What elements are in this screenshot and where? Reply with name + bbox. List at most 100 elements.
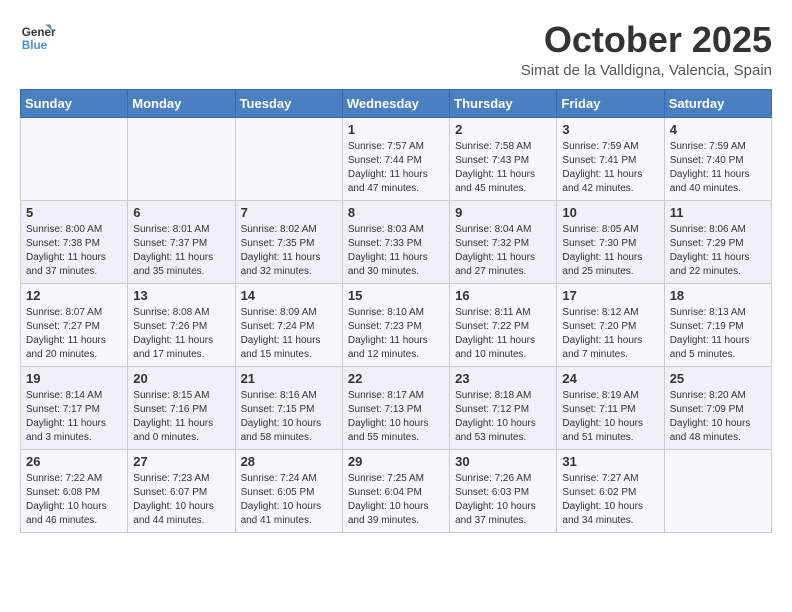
sunset-text: Sunset: 6:08 PM [26,486,122,500]
sunset-text: Sunset: 7:43 PM [455,154,551,168]
sunset-text: Sunset: 7:27 PM [26,320,122,334]
sunrise-text: Sunrise: 7:59 AM [670,140,766,154]
sunrise-text: Sunrise: 7:59 AM [562,140,658,154]
sunset-text: Sunset: 7:26 PM [133,320,229,334]
sunrise-text: Sunrise: 8:00 AM [26,223,122,237]
table-cell [235,117,342,200]
day-info: Sunrise: 8:09 AMSunset: 7:24 PMDaylight:… [241,306,337,362]
day-number: 4 [670,122,766,137]
day-number: 11 [670,205,766,220]
sunset-text: Sunset: 7:09 PM [670,403,766,417]
sunset-text: Sunset: 7:16 PM [133,403,229,417]
day-number: 29 [348,454,444,469]
sunrise-text: Sunrise: 8:17 AM [348,389,444,403]
sunset-text: Sunset: 6:03 PM [455,486,551,500]
sunrise-text: Sunrise: 7:58 AM [455,140,551,154]
daylight-text: Daylight: 10 hours and 39 minutes. [348,500,444,528]
sunset-text: Sunset: 7:11 PM [562,403,658,417]
day-info: Sunrise: 8:15 AMSunset: 7:16 PMDaylight:… [133,389,229,445]
sunset-text: Sunset: 7:44 PM [348,154,444,168]
day-info: Sunrise: 8:20 AMSunset: 7:09 PMDaylight:… [670,389,766,445]
header-section: General Blue General Blue October 2025 S… [20,20,772,79]
sunset-text: Sunset: 7:24 PM [241,320,337,334]
header-friday: Friday [557,89,664,117]
day-info: Sunrise: 8:12 AMSunset: 7:20 PMDaylight:… [562,306,658,362]
day-info: Sunrise: 8:13 AMSunset: 7:19 PMDaylight:… [670,306,766,362]
sunrise-text: Sunrise: 8:01 AM [133,223,229,237]
day-info: Sunrise: 7:58 AMSunset: 7:43 PMDaylight:… [455,140,551,196]
table-cell: 13Sunrise: 8:08 AMSunset: 7:26 PMDayligh… [128,283,235,366]
table-cell: 10 Sunrise: 8:05 AMSunset: 7:30 PMDayligh… [557,200,664,283]
table-cell: 31Sunrise: 7:27 AMSunset: 6:02 PMDayligh… [557,449,664,532]
sunset-text: Sunset: 7:33 PM [348,237,444,251]
sunrise-text: Sunrise: 7:23 AM [133,472,229,486]
day-number: 13 [133,288,229,303]
header-sunday: Sunday [21,89,128,117]
day-number: 28 [241,454,337,469]
daylight-text: Daylight: 11 hours and 0 minutes. [133,417,229,445]
header-tuesday: Tuesday [235,89,342,117]
sunrise-text: Sunrise: 7:24 AM [241,472,337,486]
sunrise-text: Sunrise: 8:18 AM [455,389,551,403]
day-info: Sunrise: 8:16 AMSunset: 7:15 PMDaylight:… [241,389,337,445]
sunset-text: Sunset: 7:35 PM [241,237,337,251]
day-number: 26 [26,454,122,469]
week-row-1: 5Sunrise: 8:00 AMSunset: 7:38 PMDaylight… [21,200,772,283]
day-number: 20 [133,371,229,386]
sunrise-text: Sunrise: 7:57 AM [348,140,444,154]
daylight-text: Daylight: 11 hours and 3 minutes. [26,417,122,445]
day-info: Sunrise: 8:07 AMSunset: 7:27 PMDaylight:… [26,306,122,362]
daylight-text: Daylight: 10 hours and 44 minutes. [133,500,229,528]
sunrise-text: Sunrise: 8:09 AM [241,306,337,320]
table-cell: 24Sunrise: 8:19 AMSunset: 7:11 PMDayligh… [557,366,664,449]
table-cell: 14Sunrise: 8:09 AMSunset: 7:24 PMDayligh… [235,283,342,366]
sunset-text: Sunset: 7:19 PM [670,320,766,334]
calendar-title: October 2025 [521,20,772,60]
day-info: Sunrise: 7:24 AMSunset: 6:05 PMDaylight:… [241,472,337,528]
sunset-text: Sunset: 7:15 PM [241,403,337,417]
table-cell: 21 Sunrise: 8:16 AMSunset: 7:15 PMDayligh… [235,366,342,449]
day-info: Sunrise: 7:23 AMSunset: 6:07 PMDaylight:… [133,472,229,528]
sunset-text: Sunset: 7:32 PM [455,237,551,251]
sunset-text: Sunset: 7:13 PM [348,403,444,417]
day-info: Sunrise: 8:00 AMSunset: 7:38 PMDaylight:… [26,223,122,279]
table-cell: 25Sunrise: 8:20 AMSunset: 7:09 PMDayligh… [664,366,771,449]
daylight-text: Daylight: 11 hours and 25 minutes. [562,251,658,279]
day-info: Sunrise: 7:27 AMSunset: 6:02 PMDaylight:… [562,472,658,528]
table-cell: 7Sunrise: 8:02 AMSunset: 7:35 PMDaylight… [235,200,342,283]
daylight-text: Daylight: 11 hours and 20 minutes. [26,334,122,362]
sunrise-text: Sunrise: 8:11 AM [455,306,551,320]
daylight-text: Daylight: 11 hours and 47 minutes. [348,168,444,196]
daylight-text: Daylight: 11 hours and 7 minutes. [562,334,658,362]
day-number: 24 [562,371,658,386]
day-number: 21 [241,371,337,386]
calendar-table: Sunday Monday Tuesday Wednesday Thursday… [20,89,772,533]
day-info: Sunrise: 7:26 AMSunset: 6:03 PMDaylight:… [455,472,551,528]
table-cell: 2Sunrise: 7:58 AMSunset: 7:43 PMDaylight… [450,117,557,200]
sunset-text: Sunset: 6:02 PM [562,486,658,500]
day-info: Sunrise: 8:05 AMSunset: 7:30 PMDaylight:… [562,223,658,279]
week-row-0: 1Sunrise: 7:57 AMSunset: 7:44 PMDaylight… [21,117,772,200]
day-number: 10 [562,205,658,220]
day-info: Sunrise: 8:14 AMSunset: 7:17 PMDaylight:… [26,389,122,445]
day-number: 15 [348,288,444,303]
sunrise-text: Sunrise: 8:02 AM [241,223,337,237]
week-row-2: 12Sunrise: 8:07 AMSunset: 7:27 PMDayligh… [21,283,772,366]
table-cell: 28 Sunrise: 7:24 AMSunset: 6:05 PMDayligh… [235,449,342,532]
sunset-text: Sunset: 7:22 PM [455,320,551,334]
daylight-text: Daylight: 11 hours and 5 minutes. [670,334,766,362]
header-monday: Monday [128,89,235,117]
day-number: 9 [455,205,551,220]
daylight-text: Daylight: 11 hours and 45 minutes. [455,168,551,196]
day-number: 12 [26,288,122,303]
sunset-text: Sunset: 7:41 PM [562,154,658,168]
day-info: Sunrise: 7:22 AMSunset: 6:08 PMDaylight:… [26,472,122,528]
sunset-text: Sunset: 7:40 PM [670,154,766,168]
table-cell: 18Sunrise: 8:13 AMSunset: 7:19 PMDayligh… [664,283,771,366]
daylight-text: Daylight: 11 hours and 10 minutes. [455,334,551,362]
title-section: October 2025 Simat de la Valldigna, Vale… [521,20,772,79]
sunrise-text: Sunrise: 8:07 AM [26,306,122,320]
sunset-text: Sunset: 6:07 PM [133,486,229,500]
daylight-text: Daylight: 11 hours and 37 minutes. [26,251,122,279]
day-info: Sunrise: 8:04 AMSunset: 7:32 PMDaylight:… [455,223,551,279]
